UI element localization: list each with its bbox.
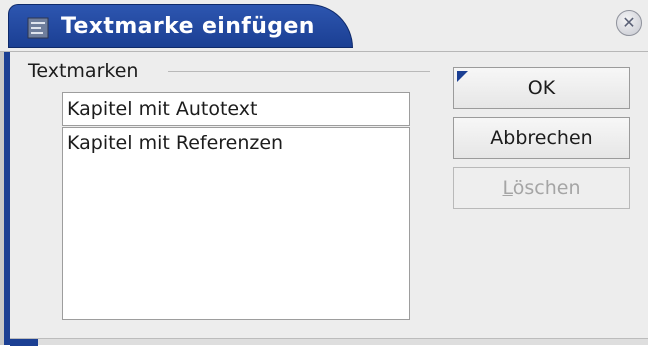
close-button[interactable]: ✕ — [616, 10, 642, 36]
dialog-window: Textmarke einfügen ✕ Textmarken Kapitel … — [0, 0, 648, 346]
delete-mnemonic: L — [502, 177, 513, 199]
window-frame-bottom — [10, 338, 648, 346]
default-button-marker-icon — [457, 71, 468, 82]
bookmark-name-input[interactable] — [62, 92, 410, 126]
cancel-button[interactable]: Abbrechen — [453, 117, 630, 159]
delete-button: Löschen — [453, 167, 630, 209]
window-frame-left — [0, 52, 10, 345]
cancel-button-label: Abbrechen — [490, 127, 593, 149]
ok-button-label: OK — [527, 77, 556, 99]
list-item[interactable]: Kapitel mit Referenzen — [67, 132, 283, 154]
ok-button[interactable]: OK — [453, 67, 630, 109]
delete-button-label: öschen — [512, 177, 581, 199]
window-title: Textmarke einfügen — [61, 14, 315, 39]
bookmark-list[interactable]: Kapitel mit Referenzen — [62, 127, 410, 320]
bookmarks-group-label: Textmarken — [28, 60, 139, 82]
document-icon[interactable] — [25, 15, 51, 41]
group-separator — [168, 71, 430, 72]
title-bar[interactable]: Textmarke einfügen ✕ — [0, 0, 648, 52]
title-tab[interactable]: Textmarke einfügen — [8, 4, 353, 48]
close-icon: ✕ — [622, 13, 636, 32]
